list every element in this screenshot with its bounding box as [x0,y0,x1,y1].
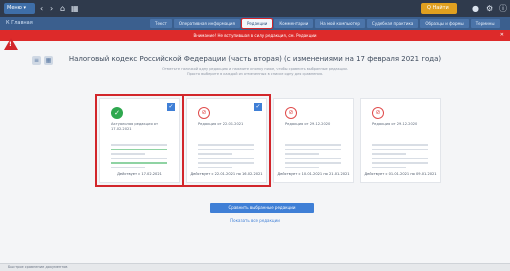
alert-banner: Внимание! Не вступившая в силу редакция,… [0,30,510,41]
edition-validity: Действует с 22.01.2021 по 16.02.2021 [190,172,263,176]
valid-status-icon: ✓ [111,107,123,119]
document-tabs-bar: К Главная Текст Оперативная информация Ред… [0,17,510,30]
page-title: Налоговый кодекс Российской Федерации (ч… [68,55,442,63]
tab-item[interactable]: Образцы и формы [420,19,469,28]
tab-item[interactable]: Судебная практика [366,19,419,28]
tab-item[interactable]: Оперативная информация [173,19,240,28]
edition-card[interactable]: ⊘ ✓ Редакция от 22.01.2021 Действует с 22.0… [182,94,271,187]
tab-item[interactable]: Комментарии [274,19,314,28]
expired-status-icon: ⊘ [198,107,210,119]
card-checkbox[interactable]: ✓ [254,103,262,111]
forward-icon[interactable]: › [50,4,53,13]
close-icon[interactable]: ✕ [500,30,504,41]
product-logo[interactable]: К Главная [6,20,33,26]
home-icon[interactable]: ⌂ [60,4,65,13]
menu-button[interactable]: Меню ▾ [4,3,35,14]
tab-item[interactable]: Термины [470,19,500,28]
edition-label: Редакция от 22.01.2021 [198,122,244,126]
edition-validity: Действует с 17.02.2021 [117,172,162,176]
page-subtitle: Отметьте галочкой одну редакцию и нажмит… [0,67,510,77]
edition-validity: Действует с 10.01.2021 по 21.01.2021 [277,172,350,176]
panel-icon[interactable]: ▦ [71,4,79,13]
status-text: Быстрое сравнение документов [8,265,68,269]
edition-label: Актуальная редакция от 17.02.2021 [111,122,159,131]
document-preview-lines [198,144,254,171]
profile-icon[interactable]: ● [472,4,479,13]
tab-item[interactable]: На мой компьютер [315,19,365,28]
top-toolbar: Меню ▾ ‹ › ⌂ ▦ Q Найти ● ⚙ ⓘ [0,0,510,17]
show-all-editions-link[interactable]: Показать все редакции [0,218,510,223]
edition-label: Редакция от 29.12.2020 [285,122,331,126]
edition-card[interactable]: ⊘ Редакция от 29.12.2020 Действует с 10.01… [273,98,354,183]
settings-icon[interactable]: ⚙ [486,4,493,13]
expired-status-icon: ⊘ [372,107,384,119]
status-bar: Быстрое сравнение документов [0,263,510,271]
document-tabs: Текст Оперативная информация Редакции Комме… [150,18,500,29]
expired-status-icon: ⊘ [285,107,297,119]
card-checkbox[interactable]: ✓ [167,103,175,111]
document-preview-lines [285,144,341,171]
alert-text[interactable]: Внимание! Не вступившая в силу редакция,… [193,33,316,38]
back-icon[interactable]: ‹ [40,4,43,13]
search-button[interactable]: Q Найти [421,3,457,14]
edition-validity: Действует с 01.01.2021 по 09.01.2021 [364,172,437,176]
document-preview-lines [372,144,428,171]
edition-card[interactable]: ⊘ Редакция от 29.12.2020 Действует с 01.01… [360,98,441,183]
subtitle-line-2: Просто выберите в каждой из отмеченных в… [186,72,324,76]
tab-item[interactable]: Редакции [240,18,274,29]
compare-editions-button[interactable]: Сравнить выбранные редакции [210,203,314,213]
warning-mark: ! [9,41,12,48]
edition-card[interactable]: ✓ ✓ Актуальная редакция от 17.02.2021 Дейст… [95,94,184,187]
document-preview-lines [111,144,167,171]
info-icon[interactable]: ⓘ [499,4,507,13]
edition-label: Редакция от 29.12.2020 [372,122,418,126]
tab-item[interactable]: Текст [150,19,172,28]
